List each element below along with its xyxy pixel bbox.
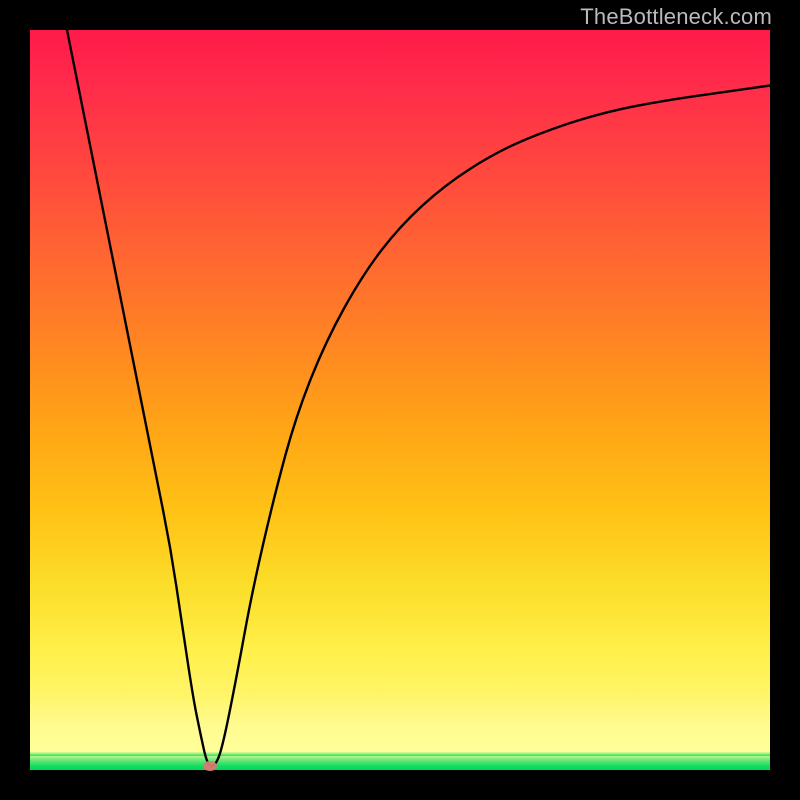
bottleneck-curve <box>67 30 770 766</box>
chart-frame: TheBottleneck.com <box>0 0 800 800</box>
watermark-text: TheBottleneck.com <box>580 4 772 30</box>
minimum-marker-icon <box>203 761 217 771</box>
plot-area <box>30 30 770 770</box>
curve-svg <box>30 30 770 770</box>
